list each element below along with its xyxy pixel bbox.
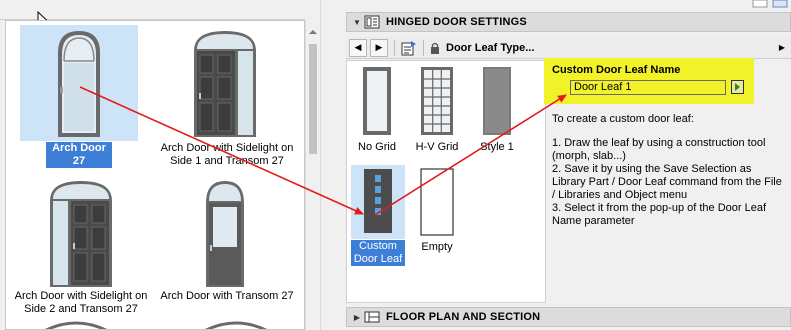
custom-door-leaf-thumbnail: [364, 169, 392, 233]
settings-toolbar: ◀ ▶ Door Leaf Type... ▶: [346, 37, 791, 59]
next-button[interactable]: ▶: [370, 38, 388, 57]
lock-icon: [431, 42, 439, 54]
arch-door-sidelight-thumbnail: [194, 31, 256, 137]
library-pane: Arch Door 27 Arch Door with Sidelight on…: [0, 0, 320, 330]
help-step: 3. Select it from the pop-up of the Door…: [552, 202, 767, 227]
leaf-type-no-grid[interactable]: No Grid: [349, 65, 405, 155]
custom-name-highlight: Custom Door Leaf Name Door Leaf 1: [544, 58, 754, 104]
custom-leaf-instructions: To create a custom door leaf: 1. Draw th…: [552, 113, 782, 228]
go-button[interactable]: [731, 80, 744, 94]
leaf-type-hv-grid[interactable]: H-V Grid: [409, 65, 465, 155]
expand-triangle-icon[interactable]: ▼: [350, 18, 364, 27]
more-items-thumbnails: [44, 321, 268, 329]
next-icon: ▶: [375, 42, 383, 52]
empty-thumbnail: [420, 168, 454, 236]
library-gallery: Arch Door 27 Arch Door with Sidelight on…: [5, 20, 305, 330]
floor-plan-section-header[interactable]: ▶ FLOOR PLAN AND SECTION: [346, 307, 791, 327]
floor-plan-icon: [364, 311, 380, 323]
custom-name-label: Custom Door Leaf Name: [552, 64, 681, 76]
leaf-type-label: No Grid: [358, 141, 396, 153]
style-1-thumbnail: [483, 67, 511, 135]
leaf-type-label: Style 1: [480, 141, 514, 153]
help-intro: To create a custom door leaf:: [552, 113, 694, 125]
section-title: FLOOR PLAN AND SECTION: [386, 311, 541, 323]
section-title: HINGED DOOR SETTINGS: [386, 16, 527, 28]
library-item-arch-door-sidelight-side1[interactable]: Arch Door with Sidelight on Side 1 and T…: [156, 25, 298, 175]
leaf-type-label: Custom Door Leaf: [351, 240, 405, 266]
collapsed-triangle-icon[interactable]: ▶: [350, 313, 364, 322]
library-item-arch-door-transom[interactable]: Arch Door with Transom 27: [156, 175, 298, 315]
arch-door-thumbnail: [58, 31, 100, 137]
leaf-type-style-1[interactable]: Style 1: [469, 65, 525, 155]
leaf-type-custom[interactable]: Custom Door Leaf: [351, 165, 405, 266]
leaf-type-label: Empty: [421, 241, 453, 253]
library-scrollbar[interactable]: [305, 20, 319, 330]
favorites-icon[interactable]: [401, 40, 417, 56]
library-item-label: Arch Door with Sidelight on Side 1 and T…: [160, 142, 294, 167]
library-item-label: Arch Door with Sidelight on Side 2 and T…: [14, 290, 148, 315]
leaf-type-gallery: No Grid H-V Grid Style 1 Custom Door Lea…: [346, 60, 546, 303]
dropdown-label: Door Leaf Type...: [446, 41, 535, 54]
prev-icon: ◀: [354, 42, 362, 52]
leaf-type-label: H-V Grid: [415, 141, 459, 153]
hinged-door-settings-header[interactable]: ▼ HINGED DOOR SETTINGS: [346, 12, 791, 32]
no-grid-thumbnail: [363, 67, 391, 135]
arch-door-sidelight-thumbnail: [50, 181, 112, 287]
library-item-arch-door-sidelight-side2[interactable]: Arch Door with Sidelight on Side 2 and T…: [6, 175, 156, 325]
door-leaf-type-dropdown[interactable]: Door Leaf Type...: [430, 42, 534, 54]
help-step: 2. Save it by using the Save Selection a…: [552, 163, 782, 201]
view-toggle-icons[interactable]: [751, 0, 791, 8]
custom-name-field[interactable]: Door Leaf 1: [570, 80, 726, 95]
scroll-up-icon[interactable]: [309, 28, 317, 36]
scroll-thumb[interactable]: [309, 44, 317, 154]
prev-button[interactable]: ◀: [349, 38, 367, 57]
expand-right-icon[interactable]: ▶: [779, 43, 785, 52]
library-item-arch-door[interactable]: Arch Door 27: [20, 25, 138, 168]
hv-grid-thumbnail: [421, 67, 453, 135]
pane-divider[interactable]: [320, 0, 334, 330]
settings-pane: ▼ HINGED DOOR SETTINGS ◀ ▶ Door Leaf Typ…: [334, 0, 791, 330]
library-item-label: Arch Door 27: [46, 142, 112, 168]
leaf-type-empty[interactable]: Empty: [409, 165, 465, 255]
door-settings-icon: [364, 15, 380, 29]
go-icon: [735, 83, 740, 91]
arch-door-transom-thumbnail: [206, 181, 244, 287]
library-item-label: Arch Door with Transom 27: [160, 290, 294, 302]
help-step: 1. Draw the leaf by using a construction…: [552, 137, 766, 162]
